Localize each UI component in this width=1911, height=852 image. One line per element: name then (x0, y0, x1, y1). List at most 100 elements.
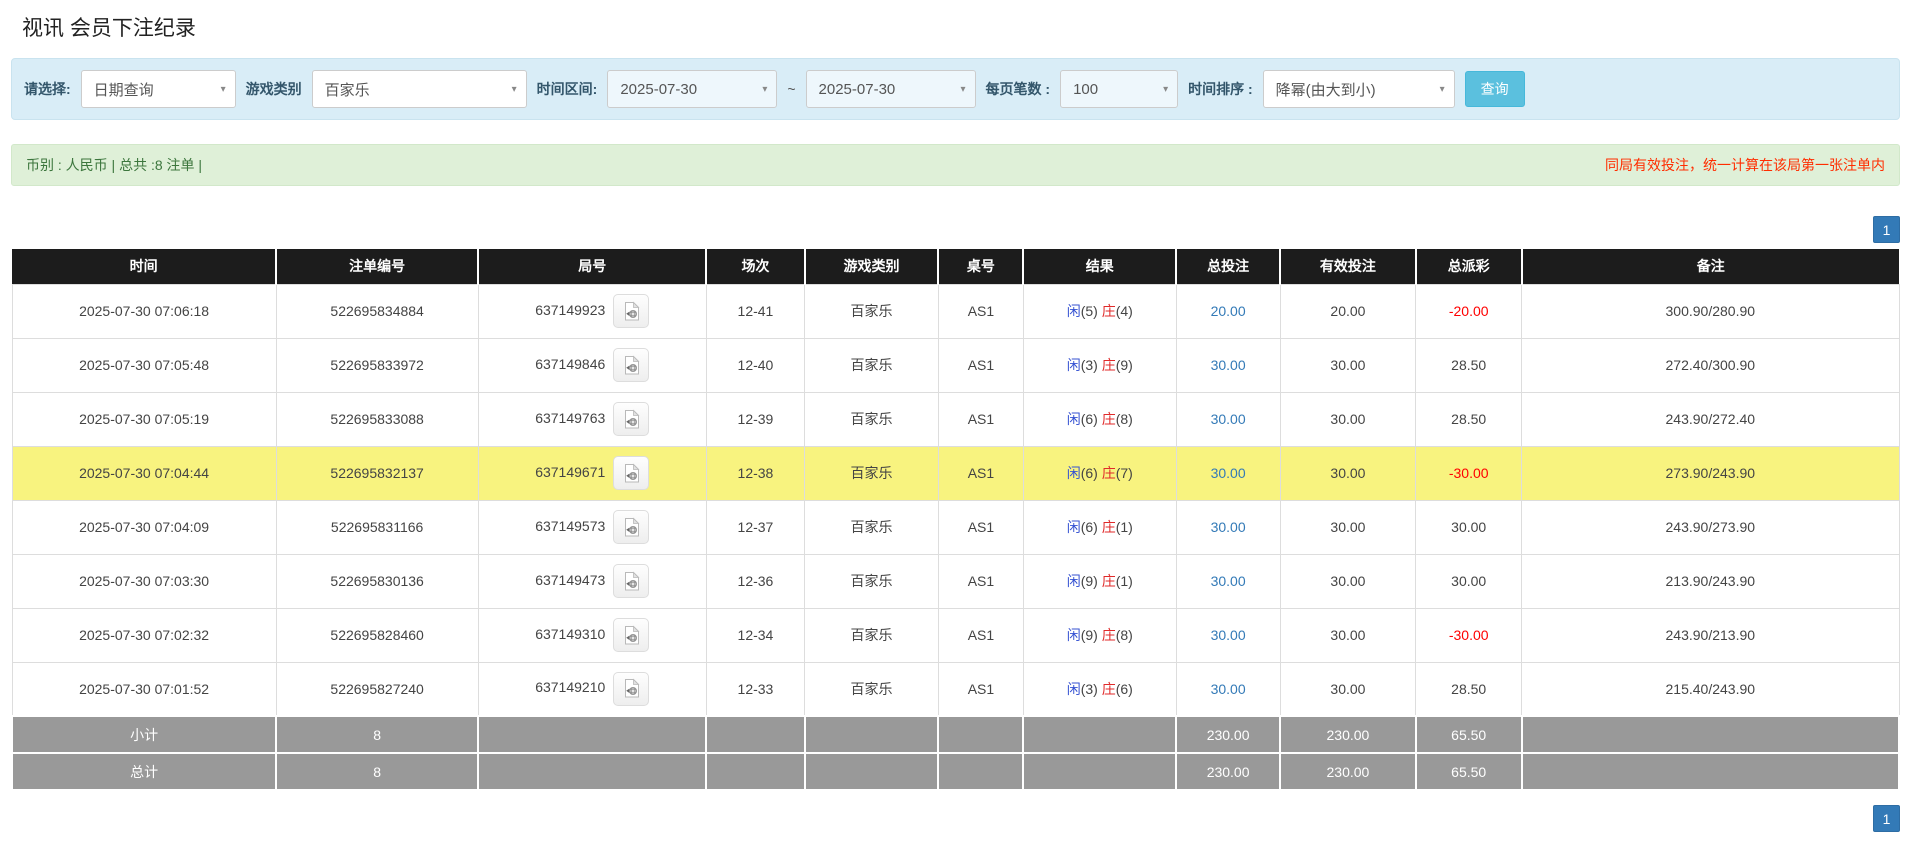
cell-round-id: 637149473 (478, 554, 706, 608)
cell-result: 闲(6) 庄(7) (1023, 446, 1176, 500)
cell-payout: -20.00 (1416, 284, 1522, 338)
round-id: 637149671 (535, 464, 605, 480)
cell-session: 12-37 (706, 500, 804, 554)
page-size-dropdown[interactable]: 100 ▾ (1060, 70, 1178, 108)
footer-payout: 65.50 (1416, 716, 1522, 753)
cell-total-bet: 30.00 (1176, 500, 1280, 554)
banker-result-value: (6) (1116, 681, 1133, 697)
video-record-icon[interactable] (613, 294, 649, 328)
pagination-page-1[interactable]: 1 (1873, 216, 1900, 243)
page-size-label: 每页笔数 : (986, 79, 1051, 99)
valid-bet-note: 同局有效投注，统一计算在该局第一张注单内 (1605, 155, 1885, 175)
cell-game-category: 百家乐 (805, 662, 939, 716)
date-to-input[interactable]: 2025-07-30 ▾ (806, 70, 976, 108)
round-cell-content: 637149846 (535, 356, 649, 372)
footer-label: 小计 (12, 716, 276, 753)
cell-table-no: AS1 (938, 284, 1023, 338)
time-sort-dropdown[interactable]: 降幂(由大到小) ▾ (1263, 70, 1455, 108)
cell-valid-bet: 30.00 (1280, 392, 1416, 446)
column-header: 总投注 (1176, 249, 1280, 284)
cell-round-id: 637149846 (478, 338, 706, 392)
total-bet-link[interactable]: 30.00 (1211, 681, 1246, 697)
query-button[interactable]: 查询 (1465, 71, 1525, 107)
video-record-icon[interactable] (613, 510, 649, 544)
cell-total-bet: 30.00 (1176, 608, 1280, 662)
cell-total-bet: 30.00 (1176, 446, 1280, 500)
table-footer-row: 小计8230.00230.0065.50 (12, 716, 1899, 753)
cell-bet-id: 522695828460 (276, 608, 478, 662)
round-cell-content: 637149763 (535, 410, 649, 426)
filter-bar: 请选择: 日期查询 ▾ 游戏类别 百家乐 ▾ 时间区间: 2025-07-30 … (11, 58, 1900, 120)
column-header: 时间 (12, 249, 276, 284)
player-result-label: 闲 (1067, 681, 1081, 697)
total-bet-link[interactable]: 30.00 (1211, 519, 1246, 535)
pagination-page-1[interactable]: 1 (1873, 805, 1900, 832)
select-type-value: 日期查询 (94, 79, 154, 100)
cell-table-no: AS1 (938, 338, 1023, 392)
cell-result: 闲(3) 庄(6) (1023, 662, 1176, 716)
date-from-input[interactable]: 2025-07-30 ▾ (607, 70, 777, 108)
video-record-icon[interactable] (613, 618, 649, 652)
player-result-value: (9) (1081, 627, 1098, 643)
cell-table-no: AS1 (938, 446, 1023, 500)
column-header: 注单编号 (276, 249, 478, 284)
video-record-icon[interactable] (613, 672, 649, 706)
cell-total-bet: 20.00 (1176, 284, 1280, 338)
chevron-down-icon: ▾ (1163, 84, 1168, 95)
cell-result: 闲(3) 庄(9) (1023, 338, 1176, 392)
footer-empty (938, 753, 1023, 790)
video-record-icon[interactable] (613, 456, 649, 490)
total-bet-link[interactable]: 30.00 (1211, 357, 1246, 373)
video-record-icon[interactable] (613, 402, 649, 436)
chevron-down-icon: ▾ (961, 84, 966, 95)
table-row: 2025-07-30 07:04:09522695831166637149573… (12, 500, 1899, 554)
result-content: 闲(9) 庄(8) (1067, 627, 1133, 643)
cell-remark: 300.90/280.90 (1522, 284, 1899, 338)
time-sort-label: 时间排序 : (1188, 79, 1253, 99)
round-id: 637149210 (535, 679, 605, 695)
cell-time: 2025-07-30 07:02:32 (12, 608, 276, 662)
cell-total-bet: 30.00 (1176, 662, 1280, 716)
player-result-label: 闲 (1067, 303, 1081, 319)
banker-result-value: (1) (1116, 573, 1133, 589)
cell-table-no: AS1 (938, 662, 1023, 716)
player-result-label: 闲 (1067, 411, 1081, 427)
total-bet-link[interactable]: 30.00 (1211, 627, 1246, 643)
cell-time: 2025-07-30 07:03:30 (12, 554, 276, 608)
cell-table-no: AS1 (938, 608, 1023, 662)
total-bet-link[interactable]: 30.00 (1211, 573, 1246, 589)
cell-time: 2025-07-30 07:04:09 (12, 500, 276, 554)
cell-time: 2025-07-30 07:06:18 (12, 284, 276, 338)
cell-game-category: 百家乐 (805, 392, 939, 446)
summary-bar: 币别 : 人民币 | 总共 :8 注单 | 同局有效投注，统一计算在该局第一张注… (11, 144, 1900, 186)
select-type-dropdown[interactable]: 日期查询 ▾ (81, 70, 236, 108)
cell-table-no: AS1 (938, 392, 1023, 446)
cell-time: 2025-07-30 07:01:52 (12, 662, 276, 716)
cell-valid-bet: 30.00 (1280, 338, 1416, 392)
total-bet-link[interactable]: 30.00 (1211, 465, 1246, 481)
cell-payout: 28.50 (1416, 662, 1522, 716)
footer-label: 总计 (12, 753, 276, 790)
result-content: 闲(5) 庄(4) (1067, 303, 1133, 319)
footer-empty (1522, 753, 1899, 790)
game-category-dropdown[interactable]: 百家乐 ▾ (312, 70, 527, 108)
cell-game-category: 百家乐 (805, 338, 939, 392)
total-bet-link[interactable]: 30.00 (1211, 411, 1246, 427)
video-record-icon[interactable] (613, 348, 649, 382)
banker-result-label: 庄 (1102, 411, 1116, 427)
cell-round-id: 637149210 (478, 662, 706, 716)
cell-payout: 28.50 (1416, 392, 1522, 446)
cell-game-category: 百家乐 (805, 446, 939, 500)
round-id: 637149310 (535, 626, 605, 642)
round-cell-content: 637149573 (535, 518, 649, 534)
footer-valid-bet: 230.00 (1280, 716, 1416, 753)
video-record-icon[interactable] (613, 564, 649, 598)
cell-game-category: 百家乐 (805, 500, 939, 554)
cell-bet-id: 522695827240 (276, 662, 478, 716)
footer-empty (478, 716, 706, 753)
total-bet-link[interactable]: 20.00 (1211, 303, 1246, 319)
cell-table-no: AS1 (938, 554, 1023, 608)
cell-payout: -30.00 (1416, 446, 1522, 500)
banker-result-label: 庄 (1102, 465, 1116, 481)
chevron-down-icon: ▾ (1440, 84, 1445, 95)
